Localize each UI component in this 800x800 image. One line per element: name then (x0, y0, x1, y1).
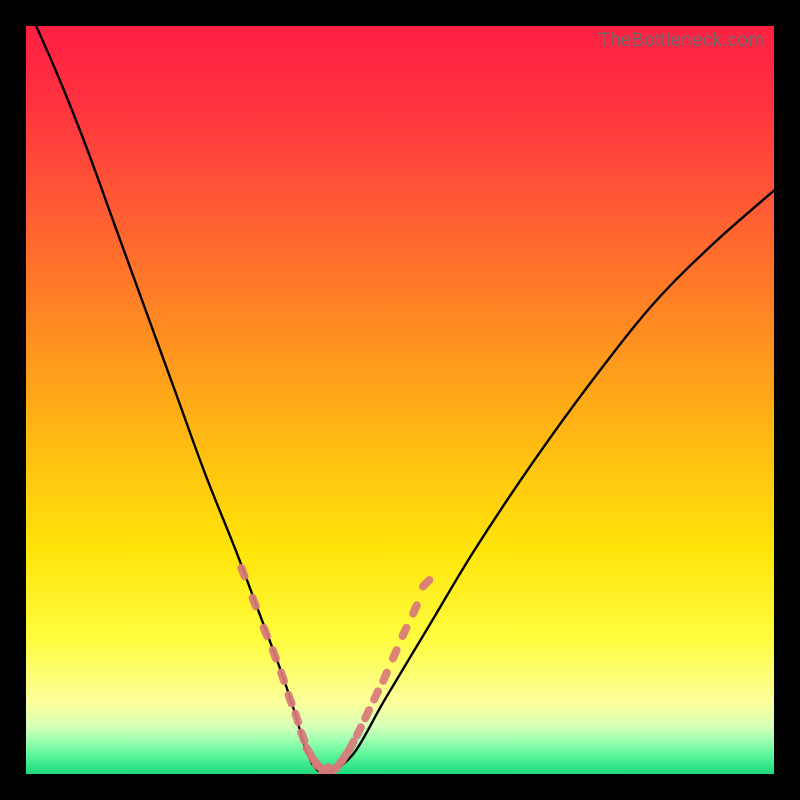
plot-area: TheBottleneck.com (26, 26, 774, 774)
dotted-left-branch (241, 568, 328, 774)
bottleneck-curve (26, 26, 774, 773)
chart-frame: TheBottleneck.com (0, 0, 800, 800)
watermark-text: TheBottleneck.com (598, 30, 764, 52)
curve-layer (26, 26, 774, 774)
dotted-right-branch (329, 580, 429, 773)
